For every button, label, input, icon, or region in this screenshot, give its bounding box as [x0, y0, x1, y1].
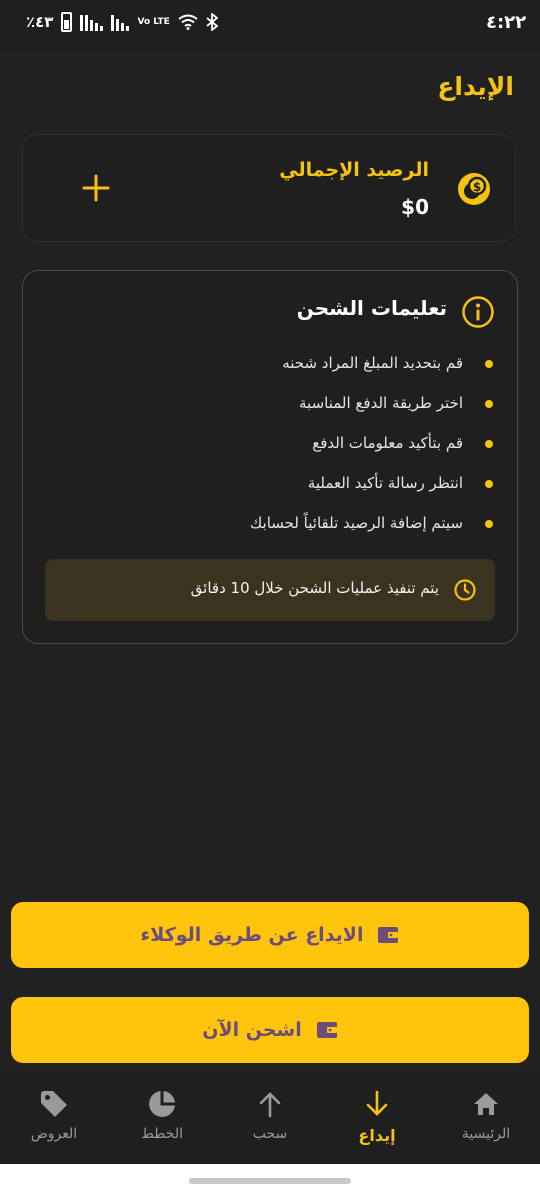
list-item: اختر طريقة الدفع المناسبة: [250, 389, 495, 429]
charge-button-label: اشحن الآن: [202, 1019, 302, 1041]
list-item: قم بتحديد المبلغ المراد شحنه: [250, 349, 495, 389]
instructions-card: تعليمات الشحن قم بتحديد المبلغ المراد شح…: [22, 270, 518, 644]
list-item: سيتم إضافة الرصيد تلقائياً لحسابك: [250, 509, 495, 549]
clock-icon: [454, 579, 476, 601]
notice-text: يتم تنفيذ عمليات الشحن خلال 10 دقائق: [190, 579, 439, 597]
wallet-icon: [378, 927, 399, 943]
signal-icon-2: [111, 13, 130, 31]
balance-label: الرصيد الإجمالي: [279, 159, 429, 181]
info-icon: [462, 296, 494, 328]
agents-button-label: الايداع عن طريق الوكلاء: [140, 924, 364, 946]
nav-item-deposit[interactable]: إيداع: [327, 1088, 427, 1145]
status-bar: ٪٤٣ Vo LTE ٤:٢٢: [0, 0, 540, 50]
page-title: الإيداع: [437, 72, 514, 101]
balance-value: $0: [401, 195, 429, 219]
coins-icon: $: [458, 173, 490, 205]
add-balance-button[interactable]: [81, 173, 111, 203]
bottom-nav: الرئيسية إيداع سحب الخطط العروض: [0, 1074, 540, 1164]
nav-label: الخطط: [141, 1126, 183, 1142]
nav-item-offers[interactable]: العروض: [4, 1088, 104, 1142]
battery-icon: [61, 12, 73, 32]
deposit-via-agents-button[interactable]: الايداع عن طريق الوكلاء: [11, 902, 529, 968]
processing-notice: يتم تنفيذ عمليات الشحن خلال 10 دقائق: [45, 559, 495, 621]
arrow-down-icon: [366, 1090, 388, 1116]
nav-item-home[interactable]: الرئيسية: [436, 1088, 536, 1142]
nav-item-withdraw[interactable]: سحب: [220, 1088, 320, 1142]
nav-label: إيداع: [358, 1126, 396, 1145]
home-icon: [474, 1093, 498, 1115]
arrow-up-icon: [259, 1092, 281, 1118]
volte-icon: Vo LTE: [137, 16, 170, 27]
signal-icon: [80, 13, 104, 31]
status-time: ٤:٢٢: [486, 12, 527, 33]
pie-chart-icon: [149, 1091, 175, 1117]
home-indicator[interactable]: [189, 1178, 351, 1184]
status-icons: ٪٤٣ Vo LTE: [26, 12, 218, 32]
nav-label: سحب: [252, 1126, 288, 1142]
instructions-list: قم بتحديد المبلغ المراد شحنه اختر طريقة …: [250, 349, 495, 549]
list-item: قم بتأكيد معلومات الدفع: [250, 429, 495, 469]
wallet-icon: [316, 1022, 337, 1038]
wifi-icon: [178, 14, 198, 30]
charge-now-button[interactable]: اشحن الآن: [11, 997, 529, 1063]
nav-label: الرئيسية: [461, 1126, 511, 1142]
bluetooth-icon: [206, 13, 218, 31]
svg-text:$: $: [473, 180, 481, 194]
instructions-title: تعليمات الشحن: [296, 296, 447, 320]
tag-icon: [41, 1091, 67, 1117]
nav-label: العروض: [30, 1126, 78, 1142]
battery-percent: ٪٤٣: [26, 13, 54, 31]
balance-card: $ الرصيد الإجمالي $0: [22, 134, 516, 242]
nav-item-plans[interactable]: الخطط: [112, 1088, 212, 1142]
list-item: انتظر رسالة تأكيد العملية: [250, 469, 495, 509]
